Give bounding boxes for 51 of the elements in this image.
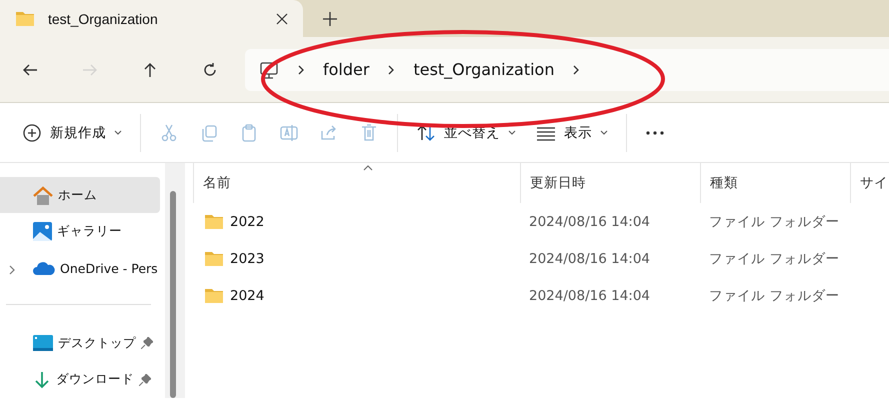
address-bar[interactable]: folder test_Organization (245, 48, 889, 90)
view-button[interactable]: 表示 (526, 114, 618, 150)
folder-icon (205, 214, 223, 229)
caret-icon (508, 130, 516, 136)
home-icon (33, 186, 53, 205)
sidebar-item[interactable]: ギャラリー (0, 213, 160, 250)
column-header[interactable]: 名前 (193, 163, 520, 203)
more-icon (645, 130, 665, 134)
chevron-icon[interactable] (387, 64, 396, 76)
folder-icon (205, 251, 223, 266)
gallery-icon (33, 222, 52, 242)
download-icon (33, 370, 51, 389)
column-header[interactable]: サイ (850, 163, 889, 203)
table-cell-text: 2024/08/16 14:04 (528, 250, 652, 266)
column-header[interactable]: 種類 (700, 163, 850, 203)
folder-icon (205, 288, 223, 303)
caret-icon (114, 130, 122, 136)
cloud-icon (33, 262, 55, 275)
chevron-icon[interactable] (572, 64, 580, 76)
sidebar-item[interactable]: デスクトップ (0, 325, 160, 362)
breadcrumb-item[interactable]: test_Organization (413, 60, 554, 79)
scrollbar[interactable] (165, 163, 185, 398)
table-cell-text: ファイル フォルダー (708, 250, 840, 268)
computer-icon (259, 60, 279, 80)
sidebar-item[interactable]: ダウンロード (0, 362, 160, 398)
rename-icon (279, 122, 299, 142)
file-name[interactable]: 2023 (230, 250, 264, 266)
table-cell-text: 2024/08/16 14:04 (528, 288, 652, 304)
column-header[interactable]: 更新日時 (520, 163, 700, 203)
cut-icon (159, 122, 179, 142)
chevron-icon[interactable] (297, 64, 305, 76)
close-icon[interactable] (275, 12, 289, 26)
folder-icon (16, 11, 34, 26)
desktop-icon (33, 335, 53, 352)
table-cell-text: 2024/08/16 14:04 (528, 214, 652, 230)
new-icon (22, 122, 42, 142)
file-name[interactable]: 2022 (230, 214, 264, 230)
browser-tab[interactable]: test_Organization (0, 0, 303, 37)
file-name[interactable]: 2024 (230, 288, 264, 304)
table-cell-text: ファイル フォルダー (708, 212, 840, 230)
sidebar-item[interactable]: ホーム (0, 177, 160, 214)
sidebar-item[interactable]: OneDrive - Pers (0, 250, 160, 286)
breadcrumb-item[interactable]: folder (323, 60, 370, 79)
new-button[interactable]: 新規作成 (12, 114, 132, 150)
delete-icon (359, 122, 379, 142)
sort-caret-icon (363, 165, 373, 171)
pin-icon[interactable] (139, 374, 151, 386)
caret-icon (600, 130, 608, 136)
table-cell-text: ファイル フォルダー (708, 286, 840, 304)
new-tab-icon[interactable] (323, 12, 337, 26)
pin-icon[interactable] (141, 337, 153, 350)
